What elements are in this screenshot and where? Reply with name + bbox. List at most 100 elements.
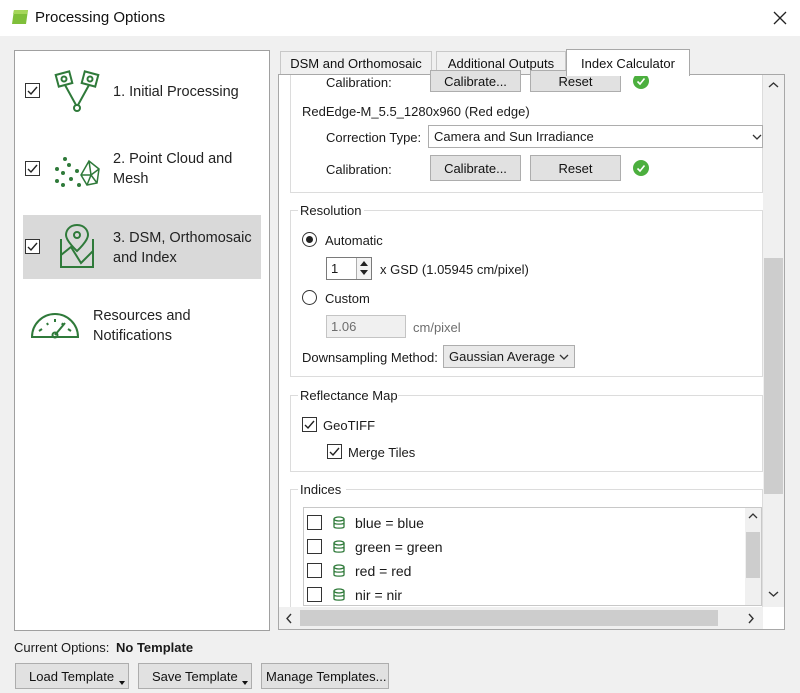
nav-label-resources-line1: Resources and [93, 308, 191, 324]
index-checkbox[interactable] [307, 563, 322, 578]
correction-type-value: Camera and Sun Irradiance [434, 129, 594, 144]
spinner-up-icon[interactable] [360, 260, 368, 266]
automatic-radio[interactable] [302, 232, 317, 247]
dropdown-arrow-icon [242, 681, 248, 685]
map-pin-icon [60, 223, 94, 268]
chevron-down-icon[interactable] [768, 590, 779, 598]
list-item[interactable]: green = green [304, 536, 744, 558]
manage-templates-button[interactable]: Manage Templates... [261, 663, 389, 689]
band-name-label: RedEdge-M_5.5_1280x960 (Red edge) [302, 104, 530, 119]
resolution-group-title: Resolution [300, 203, 362, 218]
calibrate-button[interactable]: Calibrate... [430, 155, 521, 181]
content-scroll-thumb[interactable] [764, 258, 783, 494]
top-calibration-label: Calibration: [326, 75, 392, 90]
gsd-multiplier-input[interactable]: 1 [326, 257, 372, 280]
correction-type-select[interactable]: Camera and Sun Irradiance [428, 125, 763, 148]
chevron-up-icon[interactable] [768, 81, 779, 89]
list-item[interactable]: blue = blue [304, 512, 744, 534]
nav-label-initial-processing: 1. Initial Processing [113, 84, 239, 100]
nav-label-resources-line2: Notifications [93, 328, 172, 344]
geotiff-label: GeoTIFF [323, 418, 376, 433]
index-label: nir = nir [355, 587, 403, 603]
nav-item-dsm-orthomosaic[interactable]: 3. DSM, Orthomosaic and Index [23, 215, 261, 279]
chevron-up-icon[interactable] [748, 512, 758, 520]
indices-group-title: Indices [300, 482, 342, 497]
check-icon [27, 86, 38, 96]
merge-tiles-label: Merge Tiles [348, 445, 416, 460]
merge-tiles-checkbox[interactable] [327, 444, 342, 459]
indices-list-scrollbar[interactable] [745, 508, 761, 605]
nav-item-initial-processing[interactable]: 1. Initial Processing [23, 63, 261, 123]
database-icon [333, 516, 345, 529]
database-icon [333, 564, 345, 577]
calibration-label: Calibration: [326, 162, 392, 177]
index-label: green = green [355, 539, 443, 555]
check-icon [27, 164, 38, 174]
nav-checkbox-dsm-orthomosaic[interactable] [25, 239, 40, 254]
index-checkbox[interactable] [307, 515, 322, 530]
index-checkbox[interactable] [307, 587, 322, 602]
calibrated-check-icon [633, 160, 649, 176]
downsampling-value: Gaussian Average [449, 349, 555, 364]
tab-dsm-orthomosaic[interactable]: DSM and Orthomosaic [280, 51, 432, 75]
gauge-icon [30, 313, 80, 339]
nav-checkbox-initial-processing[interactable] [25, 83, 40, 98]
load-template-label: Load Template [29, 668, 115, 684]
current-options-value: No Template [116, 640, 194, 655]
nav-item-resources[interactable]: Resources and Notifications [23, 295, 261, 359]
content-horizontal-scrollbar[interactable] [279, 607, 763, 629]
check-icon [329, 447, 340, 457]
downsampling-select[interactable]: Gaussian Average [443, 345, 575, 368]
reflectance-group-box [290, 395, 763, 472]
custom-resolution-input[interactable]: 1.06 [326, 315, 406, 338]
list-item[interactable]: red = red [304, 560, 744, 582]
custom-radio[interactable] [302, 290, 317, 305]
reflectance-group-title: Reflectance Map [300, 388, 398, 403]
chevron-down-icon [752, 134, 762, 140]
close-button[interactable] [768, 6, 792, 30]
top-calibrate-button[interactable]: Calibrate... [430, 70, 521, 92]
horizontal-scroll-thumb[interactable] [300, 610, 718, 626]
close-icon [773, 11, 787, 25]
indices-list-scroll-thumb[interactable] [746, 532, 760, 578]
gsd-multiplier-value: 1 [331, 261, 339, 276]
dropdown-arrow-icon [119, 681, 125, 685]
automatic-label: Automatic [325, 233, 383, 248]
downsampling-label: Downsampling Method: [302, 350, 438, 365]
geotiff-checkbox[interactable] [302, 417, 317, 432]
nav-label-point-cloud-line1: 2. Point Cloud and [113, 151, 233, 167]
nav-checkbox-point-cloud[interactable] [25, 161, 40, 176]
reset-button[interactable]: Reset [530, 155, 621, 181]
list-item[interactable]: nir = nir [304, 584, 744, 605]
spinner-buttons[interactable] [356, 258, 371, 279]
custom-label: Custom [325, 291, 370, 306]
nav-item-point-cloud[interactable]: 2. Point Cloud and Mesh [23, 141, 261, 201]
load-template-button[interactable]: Load Template [15, 663, 129, 689]
nav-label-point-cloud-line2: Mesh [113, 171, 149, 187]
current-options-label: Current Options: [14, 640, 110, 655]
spinner-down-icon[interactable] [360, 270, 368, 276]
save-template-label: Save Template [152, 668, 238, 684]
index-checkbox[interactable] [307, 539, 322, 554]
database-icon [333, 588, 345, 601]
nav-label-dsm-line2: and Index [113, 250, 177, 266]
options-nav-panel: 1. Initial Processing 2. Point Cloud and… [14, 50, 270, 631]
index-label: blue = blue [355, 515, 424, 531]
chevron-down-icon [559, 354, 569, 360]
initial-processing-icon [54, 70, 100, 112]
nav-label-dsm-line1: 3. DSM, Orthomosaic [113, 230, 252, 246]
check-icon [304, 420, 315, 430]
chevron-right-icon[interactable] [747, 613, 755, 624]
chevron-left-icon[interactable] [285, 613, 293, 624]
save-template-button[interactable]: Save Template [138, 663, 252, 689]
database-icon [333, 540, 345, 553]
tab-index-calculator[interactable]: Index Calculator [566, 49, 690, 76]
custom-unit-label: cm/pixel [413, 320, 461, 335]
app-logo-icon [11, 8, 29, 26]
indices-list: blue = blue green = green red = red nir … [303, 507, 762, 606]
point-cloud-mesh-icon [55, 157, 100, 187]
gsd-text: x GSD (1.05945 cm/pixel) [380, 262, 529, 277]
index-label: red = red [355, 563, 412, 579]
correction-type-label: Correction Type: [326, 130, 422, 145]
window-title: Processing Options [35, 9, 166, 26]
